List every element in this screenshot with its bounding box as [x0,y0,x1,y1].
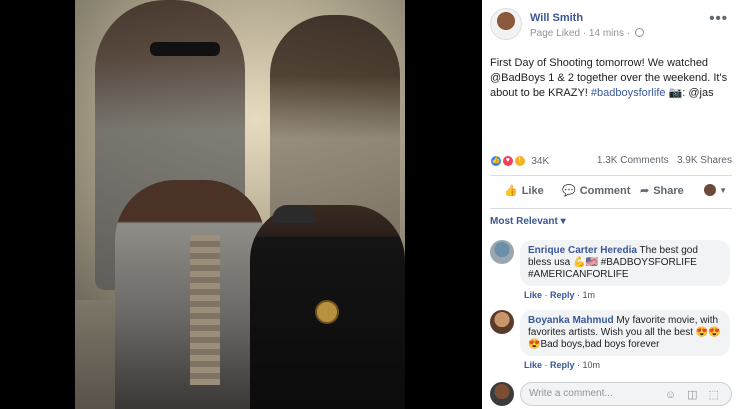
reaction-identity-selector[interactable]: ▼ [704,184,727,197]
post-meta-text: Page Liked · 14 mins · [530,28,631,39]
comment-time: 1m [582,290,596,300]
comment-input-placeholder: Write a comment... [529,388,613,399]
sunglasses [150,42,220,56]
commenter-avatar[interactable] [490,240,514,264]
reaction-stats: 👍 ♥ ! 34K 1.3K Comments 3.9K Shares [490,155,732,169]
post-text: First Day of Shooting tomorrow! We watch… [490,56,730,101]
post-meta: Page Liked · 14 mins · [530,28,644,39]
commenter-name[interactable]: Enrique Carter Heredia [528,245,637,256]
post-photo[interactable] [0,0,482,409]
comment-label: Comment [579,185,631,197]
comments-count[interactable]: 1.3K Comments [597,155,669,166]
divider [490,175,732,176]
comment-reply-link[interactable]: Reply [550,290,575,300]
post-text-part2: 📷: @jas [665,87,714,99]
comment-sort-dropdown[interactable]: Most Relevant ▾ [490,216,566,227]
like-button[interactable]: 👍 Like [504,184,544,197]
comment-actions: Like · Reply · 1m [524,290,596,300]
love-reaction-icon: ♥ [501,155,514,167]
share-label: Share [653,185,684,197]
cap [272,205,316,223]
author-avatar[interactable] [490,8,522,40]
author-name[interactable]: Will Smith [530,12,583,24]
share-button[interactable]: ➦ Share [640,184,684,197]
scarf [190,235,220,385]
comment-composer: Write a comment... ☺ ◫ ⬚ [490,382,732,406]
post-header: Will Smith Page Liked · 14 mins · ••• [490,8,732,42]
wow-reaction-icon: ! [513,155,526,167]
photo-image [75,0,405,409]
more-options-icon[interactable]: ••• [709,10,728,27]
hashtag-link[interactable]: #badboysforlife [591,87,666,99]
user-avatar [490,382,514,406]
comment-bubble: Enrique Carter Heredia The best god bles… [520,240,730,286]
comment-time: 10m [582,360,601,370]
comment-icon: 💬 [562,185,576,197]
comment-like-link[interactable]: Like [524,290,542,300]
like-reaction-icon: 👍 [490,155,502,167]
identity-avatar [704,184,716,197]
reaction-summary[interactable]: 👍 ♥ ! 34K [490,155,549,169]
comment-button[interactable]: 💬 Comment [562,184,630,197]
thumbs-up-icon: 👍 [504,185,518,197]
share-icon: ➦ [640,185,650,197]
divider [490,208,732,209]
globe-icon [634,28,644,37]
like-label: Like [521,185,544,197]
chevron-down-icon: ▼ [719,186,727,195]
comment-input[interactable]: Write a comment... ☺ ◫ ⬚ [520,382,732,406]
shares-count[interactable]: 3.9K Shares [677,155,732,166]
commenter-name[interactable]: Boyanka Mahmud [528,315,614,326]
engagement-counts: 1.3K Comments 3.9K Shares [597,155,732,166]
comment-bubble: Boyanka Mahmud My favorite movie, with f… [520,310,730,356]
post-panel: Will Smith Page Liked · 14 mins · ••• Fi… [482,0,740,409]
commenter-avatar[interactable] [490,310,514,334]
comment-like-link[interactable]: Like [524,360,542,370]
post-actions: 👍 Like 💬 Comment ➦ Share ▼ [490,180,732,204]
comment-reply-link[interactable]: Reply [550,360,575,370]
comment-actions: Like · Reply · 10m [524,360,601,370]
jacket-badge [315,300,339,324]
composer-icons[interactable]: ☺ ◫ ⬚ [665,388,723,401]
reaction-count: 34K [531,155,550,167]
